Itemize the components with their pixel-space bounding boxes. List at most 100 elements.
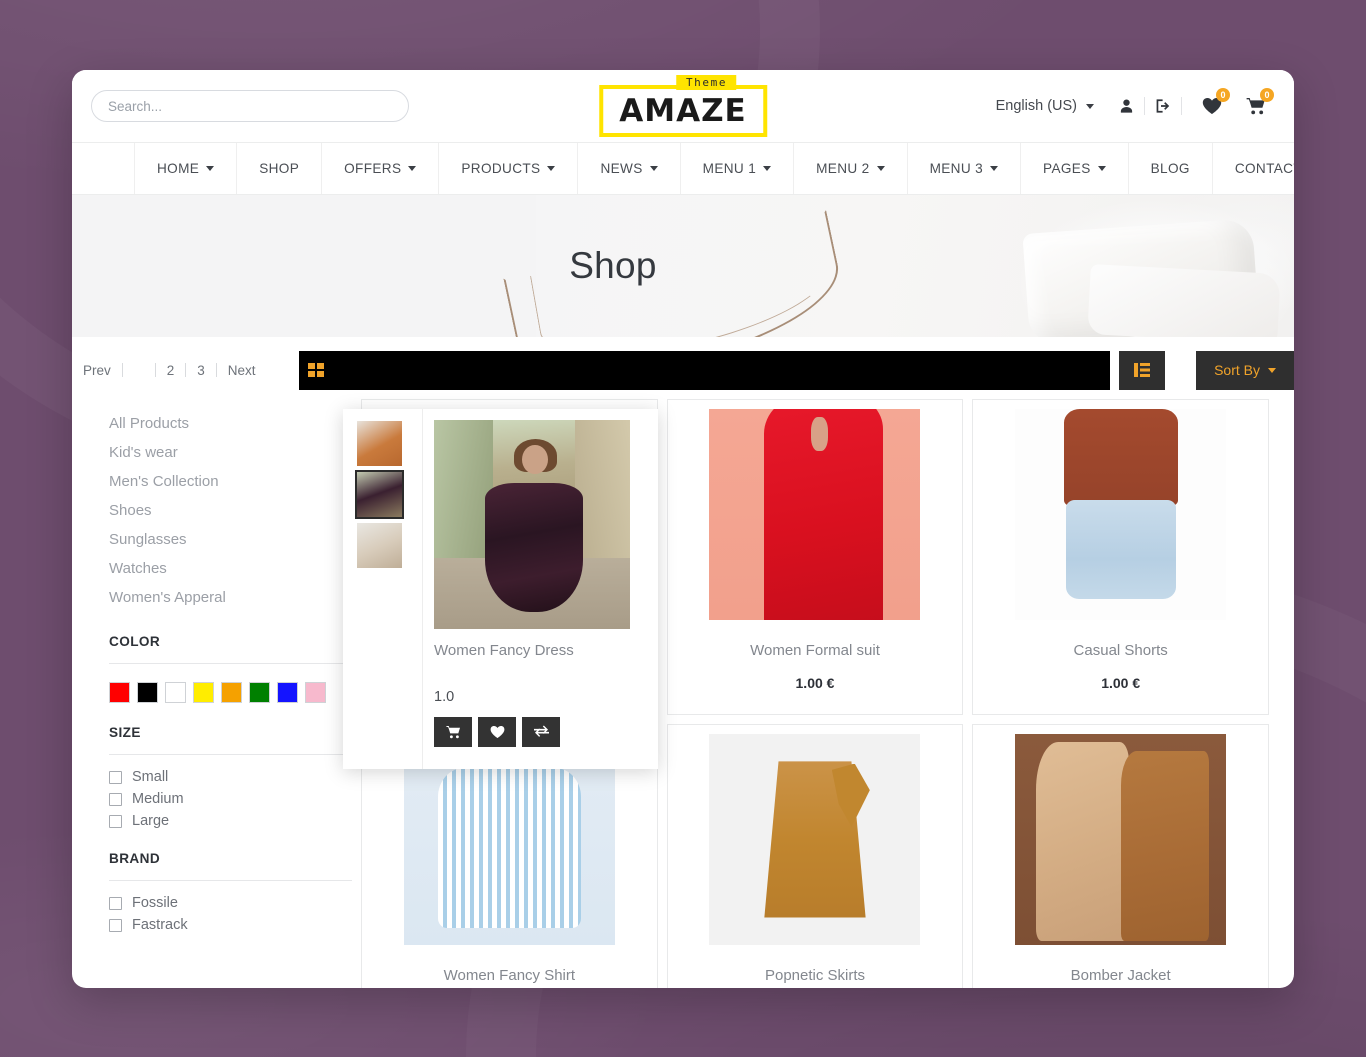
nav-item-menu-3[interactable]: MENU 3 <box>908 143 1022 194</box>
add-to-cart-button[interactable] <box>434 717 472 747</box>
browser-window: Theme AMAZE English (US) 0 <box>72 70 1294 988</box>
sidebar-item-womens-apperal[interactable]: Women's Apperal <box>109 583 352 612</box>
brand-option-fossile[interactable]: Fossile <box>109 895 352 911</box>
color-swatch-yellow[interactable] <box>193 682 214 703</box>
checkbox-icon[interactable] <box>109 918 122 932</box>
grid-view-button[interactable] <box>298 350 1111 390</box>
product-image[interactable] <box>709 409 921 620</box>
sidebar-item-watches[interactable]: Watches <box>109 554 352 583</box>
logo-text: AMAZE <box>619 93 747 129</box>
shop-content: All Products Kid's wear Men's Collection… <box>72 399 1294 988</box>
nav-label: NEWS <box>600 161 643 176</box>
product-card-bomber-jacket[interactable]: Bomber Jacket <box>972 724 1269 988</box>
checkbox-icon[interactable] <box>109 896 122 910</box>
nav-label: PRODUCTS <box>461 161 541 176</box>
nav-item-news[interactable]: NEWS <box>578 143 681 194</box>
nav-item-contact-us[interactable]: CONTACT US <box>1213 143 1294 194</box>
color-swatch-red[interactable] <box>109 682 130 703</box>
cart-icon[interactable]: 0 <box>1238 88 1274 121</box>
color-swatch-list <box>109 682 352 703</box>
pagination-page-3[interactable]: 3 <box>186 363 216 378</box>
site-logo[interactable]: Theme AMAZE <box>599 75 767 137</box>
chevron-down-icon <box>1086 103 1094 109</box>
sidebar-item-sunglasses[interactable]: Sunglasses <box>109 525 352 554</box>
nav-item-products[interactable]: PRODUCTS <box>439 143 579 194</box>
product-image[interactable] <box>1015 409 1227 620</box>
product-image[interactable] <box>709 734 921 945</box>
product-name: Popnetic Skirts <box>764 967 866 984</box>
brand-option-fastrack[interactable]: Fastrack <box>109 917 352 933</box>
search-input[interactable] <box>91 90 409 122</box>
chevron-down-icon <box>990 166 999 171</box>
chevron-down-icon <box>547 166 556 171</box>
product-name: Bomber Jacket <box>1070 967 1171 984</box>
quickview-thumbnail-1[interactable] <box>357 421 402 466</box>
nav-item-home[interactable]: HOME <box>134 143 238 194</box>
size-option-small[interactable]: Small <box>109 769 352 785</box>
sign-out-icon[interactable] <box>1145 91 1181 121</box>
color-swatch-green[interactable] <box>249 682 270 703</box>
quickview-image-head <box>522 445 548 475</box>
product-name: Women Formal suit <box>750 642 880 659</box>
sort-by-label: Sort By <box>1214 362 1260 378</box>
brand-filter-title: BRAND <box>109 851 161 866</box>
brand-label: Fastrack <box>132 917 188 933</box>
nav-item-shop[interactable]: SHOP <box>237 143 323 194</box>
list-view-icon <box>1134 363 1151 377</box>
size-option-large[interactable]: Large <box>109 813 352 829</box>
checkbox-icon[interactable] <box>109 770 122 784</box>
add-to-wishlist-button[interactable] <box>478 717 516 747</box>
grid-view-icon <box>307 363 324 377</box>
color-swatch-pink[interactable] <box>305 682 326 703</box>
product-image[interactable] <box>1015 734 1227 945</box>
product-card-popnetic-skirts[interactable]: Popnetic Skirts <box>666 724 964 988</box>
nav-item-blog[interactable]: BLOG <box>1129 143 1213 194</box>
product-card-casual-shorts[interactable]: Casual Shorts 1.00 € <box>972 399 1269 715</box>
pagination-separator <box>121 363 123 377</box>
color-swatch-white[interactable] <box>165 682 186 703</box>
brand-label: Fossile <box>132 895 178 911</box>
nav-label: PAGES <box>1043 161 1091 176</box>
quickview-main: Women Fancy Dress 1.0 <box>423 409 658 769</box>
quickview-product-price: 1.0 <box>434 689 455 705</box>
pagination-prev[interactable]: Prev <box>72 363 122 378</box>
color-swatch-black[interactable] <box>137 682 158 703</box>
nav-item-offers[interactable]: OFFERS <box>322 143 440 194</box>
user-account-icon[interactable] <box>1108 91 1144 121</box>
sort-by-dropdown[interactable]: Sort By <box>1196 350 1294 390</box>
chevron-down-icon <box>763 166 772 171</box>
size-option-medium[interactable]: Medium <box>109 791 352 807</box>
checkbox-icon[interactable] <box>109 792 122 806</box>
compare-button[interactable] <box>522 717 560 747</box>
header-divider-2 <box>1181 97 1182 115</box>
color-swatch-blue[interactable] <box>277 682 298 703</box>
language-selector[interactable]: English (US) <box>996 98 1108 114</box>
sidebar-item-kids-wear[interactable]: Kid's wear <box>109 438 352 467</box>
product-card-women-formal-suit[interactable]: Women Formal suit 1.00 € <box>666 399 964 715</box>
sidebar-item-all-products[interactable]: All Products <box>109 409 352 438</box>
nav-item-pages[interactable]: PAGES <box>1021 143 1129 194</box>
color-swatch-orange[interactable] <box>221 682 242 703</box>
sidebar-item-shoes[interactable]: Shoes <box>109 496 352 525</box>
size-label: Large <box>132 813 170 829</box>
quickview-thumbnail-list <box>343 409 423 769</box>
pagination-page-2[interactable]: 2 <box>156 363 186 378</box>
nav-label: MENU 2 <box>816 161 870 176</box>
nav-label: SHOP <box>259 161 300 176</box>
quickview-thumbnail-2[interactable] <box>355 470 404 519</box>
nav-item-menu-2[interactable]: MENU 2 <box>794 143 908 194</box>
pagination-next[interactable]: Next <box>217 363 267 378</box>
quickview-thumbnail-3[interactable] <box>357 523 402 568</box>
quickview-main-image[interactable] <box>434 420 630 629</box>
product-price: 1.00 € <box>1101 675 1141 691</box>
color-filter-title: COLOR <box>109 634 161 649</box>
list-view-button[interactable] <box>1119 350 1166 390</box>
nav-item-menu-1[interactable]: MENU 1 <box>681 143 795 194</box>
size-filter-divider <box>109 754 352 755</box>
nav-label: MENU 1 <box>702 161 757 176</box>
wishlist-icon[interactable]: 0 <box>1194 88 1230 121</box>
checkbox-icon[interactable] <box>109 814 122 828</box>
chevron-down-icon <box>876 166 885 171</box>
product-quickview-popup[interactable]: Women Fancy Dress 1.0 <box>343 409 658 769</box>
sidebar-item-mens-collection[interactable]: Men's Collection <box>109 467 352 496</box>
